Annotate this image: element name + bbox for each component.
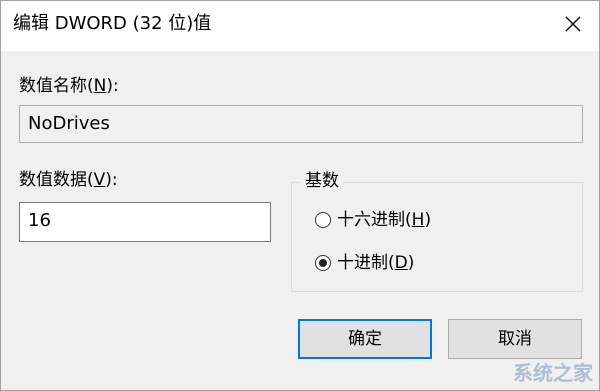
- ok-button[interactable]: 确定: [298, 319, 432, 359]
- watermark-logo: 系统之家: [513, 361, 593, 385]
- base-groupbox: [291, 182, 583, 292]
- close-icon: [565, 16, 581, 32]
- value-name-field: NoDrives: [19, 105, 583, 143]
- edit-dword-dialog: 编辑 DWORD (32 位)值 数值名称(N): NoDrives 数值数据(…: [0, 0, 600, 391]
- radio-decimal-label: 十进制(D): [337, 253, 415, 273]
- value-data-input[interactable]: 16: [19, 202, 271, 242]
- window-title: 编辑 DWORD (32 位)值: [13, 13, 212, 34]
- value-name-label: 数值名称(N):: [19, 76, 119, 96]
- cancel-button[interactable]: 取消: [448, 319, 582, 359]
- close-button[interactable]: [547, 1, 599, 47]
- radio-hexadecimal-label: 十六进制(H): [337, 210, 432, 230]
- value-data-label: 数值数据(V):: [19, 170, 118, 190]
- radio-decimal-indicator[interactable]: [315, 255, 331, 271]
- radio-hexadecimal[interactable]: 十六进制(H): [315, 208, 431, 232]
- radio-decimal[interactable]: 十进制(D): [315, 251, 414, 275]
- radio-hexadecimal-indicator[interactable]: [315, 212, 331, 228]
- base-group-title: 基数: [301, 170, 343, 192]
- title-bar: 编辑 DWORD (32 位)值: [1, 1, 599, 51]
